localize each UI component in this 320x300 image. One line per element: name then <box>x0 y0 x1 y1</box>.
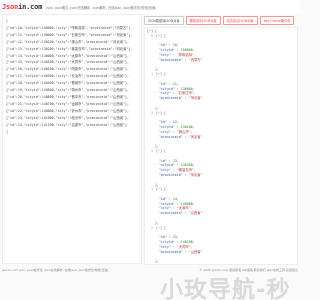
json-input-line: {"id":16,"cityid":140200,"city":"阳泉市","p… <box>6 67 129 72</box>
tree-field-provinceid: "provinceid" : "山西省" <box>158 211 203 216</box>
logo-tld: in.com <box>18 3 43 11</box>
key-value-format-button[interactable]: Key+Value格式化 <box>259 15 295 25</box>
json-tree: [−] [ 0 [−] { "id" : 10, "cityid" : 15000… <box>147 29 203 264</box>
delete-object-button[interactable]: 删除选中JSON对象 <box>185 15 221 25</box>
tree-field-provinceid: "provinceid" : "山西省" <box>158 249 203 254</box>
json-input-line: {"id":20,"cityid":140600,"city":"晋中市","p… <box>6 94 129 99</box>
json-input-line: {"id":14,"cityid":140000,"city":"太原市","p… <box>6 53 129 58</box>
json-tree-panel[interactable]: [−] [ 0 [−] { "id" : 10, "cityid" : 15000… <box>144 27 298 265</box>
header-bar: Jsonin.com json, json格式, Json在线解析, Json解… <box>0 0 300 14</box>
json-input-line: {"id":21,"cityid":140700,"city":"运城市","p… <box>6 101 129 106</box>
site-logo[interactable]: Jsonin.com <box>2 3 42 11</box>
json-input-line: {"id":15,"cityid":140100,"city":"大同市","p… <box>6 60 129 65</box>
watermark-text: 小玫导航-秒 <box>160 277 291 300</box>
toolbar: JSON数组转JSON对象 删除选中JSON对象 高亮显示JSON对象 Key+… <box>144 15 295 25</box>
array-to-object-button[interactable]: JSON数组转JSON对象 <box>144 15 184 25</box>
nav-keywords: json, json格式, Json在线解析, Json解析, 在线Json, … <box>46 5 156 10</box>
json-input-line: {"id":10,"cityid":150000,"city":"呼和浩特","… <box>6 25 133 30</box>
json-input-line: {"id":13,"cityid":130200,"city":"秦皇岛市","… <box>6 46 133 51</box>
json-input-text[interactable]: [ {"id":10,"cityid":150000,"city":"呼和浩特",… <box>6 18 132 135</box>
json-input-line: {"id":23,"cityid":141000,"city":"临汾市","p… <box>6 115 129 120</box>
highlight-object-button[interactable]: 高亮显示JSON对象 <box>222 15 258 25</box>
footer-left-text: JsonIn.com Json, Json格式化, Json在线解析, 在线Js… <box>2 268 108 272</box>
json-input-line: ] <box>6 129 8 134</box>
logo-main: Json <box>2 3 19 11</box>
tree-field-provinceid: "provinceid" : "河北省" <box>158 134 203 139</box>
tree-field-provinceid: "provinceid" : "河北省" <box>158 172 203 177</box>
json-input-line: [ <box>6 19 8 23</box>
tree-field-provinceid: "provinceid" : "河北省" <box>158 96 203 101</box>
json-input-line: {"id":17,"cityid":140300,"city":"长治市","p… <box>6 74 129 79</box>
json-input-line: {"id":12,"cityid":130100,"city":"唐山市","p… <box>6 39 129 44</box>
json-input-line: {"id":19,"cityid":140500,"city":"朔州市","p… <box>6 88 129 93</box>
json-input-line: {"id":18,"cityid":140400,"city":"晋城市","p… <box>6 81 129 86</box>
json-input-line: {"id":22,"cityid":140800,"city":"忻州市","p… <box>6 108 129 113</box>
tree-object-close: }, <box>147 259 159 264</box>
tree-field-provinceid: "provinceid" : "内蒙古" <box>158 57 203 62</box>
json-input-line: {"id":24,"cityid":141100,"city":"吕梁市","p… <box>6 122 128 127</box>
json-input-line: {"id":11,"cityid":130000,"city":"石家庄市","… <box>6 32 133 37</box>
json-input-panel[interactable]: [ {"id":10,"cityid":150000,"city":"呼和浩特",… <box>2 14 142 264</box>
